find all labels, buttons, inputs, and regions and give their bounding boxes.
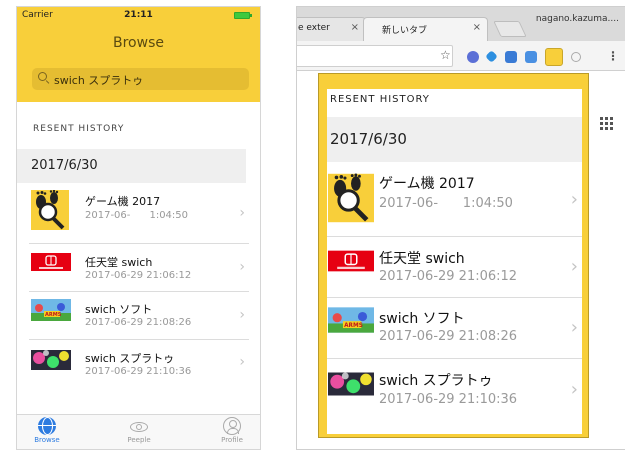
history-item[interactable]: 任天堂 swich 2017-06-29 21:06:12 ›: [29, 245, 249, 292]
close-icon[interactable]: ×: [473, 22, 481, 33]
address-bar[interactable]: [297, 45, 453, 67]
page-title: Browse: [113, 35, 164, 51]
screenshot-stage: Carrier 21:11 Browse swich スプラトゥ RESENT …: [0, 0, 625, 450]
person-icon: [223, 417, 241, 435]
history-item[interactable]: ARMS swich ソフト 2017-06-29 21:08:26 ›: [327, 299, 582, 359]
history-item-time: 2017-06- 1:04:50: [379, 196, 513, 211]
svg-text:ARMS: ARMS: [344, 323, 363, 329]
history-item-title: swich スプラトゥ: [85, 352, 175, 365]
recent-history-heading: RESENT HISTORY: [330, 94, 430, 105]
clock: 21:11: [124, 10, 153, 20]
chevron-right-icon: ›: [239, 354, 245, 370]
extension-hexagon-icon[interactable]: [467, 51, 479, 63]
extension-tag-icon[interactable]: [525, 51, 537, 63]
search-icon: [38, 72, 47, 81]
history-item[interactable]: 任天堂 swich 2017-06-29 21:06:12 ›: [327, 238, 582, 298]
chevron-right-icon: ›: [239, 259, 245, 275]
new-tab-button[interactable]: [493, 21, 527, 37]
extension-badge-icon[interactable]: [505, 51, 517, 63]
tab-profile[interactable]: Profile: [202, 417, 260, 444]
app-header: Carrier 21:11 Browse swich スプラトゥ: [17, 7, 260, 102]
eye-icon: [129, 417, 149, 435]
history-item-time: 2017-06-29 21:06:12: [379, 269, 518, 284]
history-item-time: 2017-06-29 21:08:26: [85, 317, 192, 328]
history-item-time: 2017-06- 1:04:50: [85, 210, 189, 221]
history-item[interactable]: ゲーム機 2017 2017-06- 1:04:50 ›: [327, 163, 582, 237]
svg-text:ARMS: ARMS: [45, 312, 62, 318]
tab-browse[interactable]: Browse: [17, 417, 77, 444]
browser-tab-label: 新しいタブ: [382, 26, 428, 36]
history-item[interactable]: swich スプラトゥ 2017-06-29 21:10:36 ›: [327, 360, 582, 422]
chevron-right-icon: ›: [239, 205, 245, 221]
chevron-right-icon: ›: [570, 189, 578, 210]
browser-toolbar: ☆ ⋮: [297, 41, 625, 71]
apps-grid-icon[interactable]: [600, 117, 614, 131]
chevron-right-icon: ›: [570, 317, 578, 338]
chevron-right-icon: ›: [570, 379, 578, 400]
history-item-title: ゲーム機 2017: [379, 176, 475, 192]
browser-tab-label: e exter: [298, 23, 330, 33]
bookmark-star-icon[interactable]: ☆: [440, 48, 451, 62]
tab-bar: Browse Peeple Profile: [17, 414, 260, 449]
history-item-title: swich ソフト: [379, 311, 465, 327]
history-item-time: 2017-06-29 21:06:12: [85, 270, 192, 281]
arms-game-thumbnail: ARMS: [328, 307, 374, 333]
globe-icon: [38, 417, 56, 435]
history-item-title: 任天堂 swich: [85, 256, 153, 269]
tab-strip: e exter × 新しいタブ × nagano.kazuma....: [297, 7, 625, 41]
tab-label: Peeple: [127, 436, 151, 444]
nintendo-switch-thumbnail: [31, 253, 71, 271]
browser-tab-extension[interactable]: e exter ×: [297, 17, 366, 41]
history-item-title: ゲーム機 2017: [85, 195, 161, 208]
popup-content: RESENT HISTORY 2017/6/30 ゲーム機 2017 2017-…: [327, 89, 582, 434]
arms-game-thumbnail: ARMS: [31, 299, 71, 321]
search-bar[interactable]: swich スプラトゥ: [32, 68, 249, 90]
phone-app: Carrier 21:11 Browse swich スプラトゥ RESENT …: [16, 6, 261, 450]
history-item[interactable]: ARMS swich ソフト 2017-06-29 21:08:26 ›: [29, 293, 249, 340]
history-item-time: 2017-06-29 21:10:36: [379, 392, 518, 407]
tab-peeple[interactable]: Peeple: [109, 417, 169, 444]
browser-tab-new[interactable]: 新しいタブ ×: [363, 17, 488, 41]
battery-icon: [234, 12, 252, 19]
history-item-title: 任天堂 swich: [379, 251, 465, 267]
footprint-search-thumbnail: [31, 190, 69, 230]
tab-label: Browse: [34, 436, 60, 444]
footprint-search-thumbnail: [328, 172, 374, 224]
nintendo-switch-thumbnail: [328, 250, 374, 272]
history-item[interactable]: swich スプラトゥ 2017-06-29 21:10:36 ›: [29, 341, 249, 387]
profile-name[interactable]: nagano.kazuma....: [536, 14, 619, 24]
extension-circle-icon[interactable]: [571, 52, 581, 62]
extension-diamond-icon[interactable]: [485, 50, 498, 63]
history-item-time: 2017-06-29 21:08:26: [379, 329, 518, 344]
close-icon[interactable]: ×: [351, 22, 359, 33]
status-bar: Carrier 21:11: [17, 7, 260, 25]
tab-label: Profile: [221, 436, 243, 444]
chevron-right-icon: ›: [570, 256, 578, 277]
extension-active-icon[interactable]: [545, 48, 563, 66]
history-item[interactable]: ゲーム機 2017 2017-06- 1:04:50 ›: [29, 185, 249, 244]
date-section-header: 2017/6/30: [17, 149, 246, 183]
browser-window: e exter × 新しいタブ × nagano.kazuma.... ☆ ⋮: [296, 6, 625, 450]
splatoon-thumbnail: [31, 350, 71, 370]
date-section-header: 2017/6/30: [327, 117, 582, 162]
extension-popup: RESENT HISTORY 2017/6/30 ゲーム機 2017 2017-…: [318, 73, 589, 438]
history-item-title: swich ソフト: [85, 303, 153, 316]
history-item-time: 2017-06-29 21:10:36: [85, 366, 192, 377]
history-item-title: swich スプラトゥ: [379, 373, 493, 389]
search-input[interactable]: swich スプラトゥ: [54, 72, 143, 88]
splatoon-thumbnail: [328, 372, 374, 396]
recent-history-heading: RESENT HISTORY: [33, 124, 125, 134]
chevron-right-icon: ›: [239, 307, 245, 323]
kebab-menu-icon[interactable]: ⋮: [607, 49, 619, 63]
